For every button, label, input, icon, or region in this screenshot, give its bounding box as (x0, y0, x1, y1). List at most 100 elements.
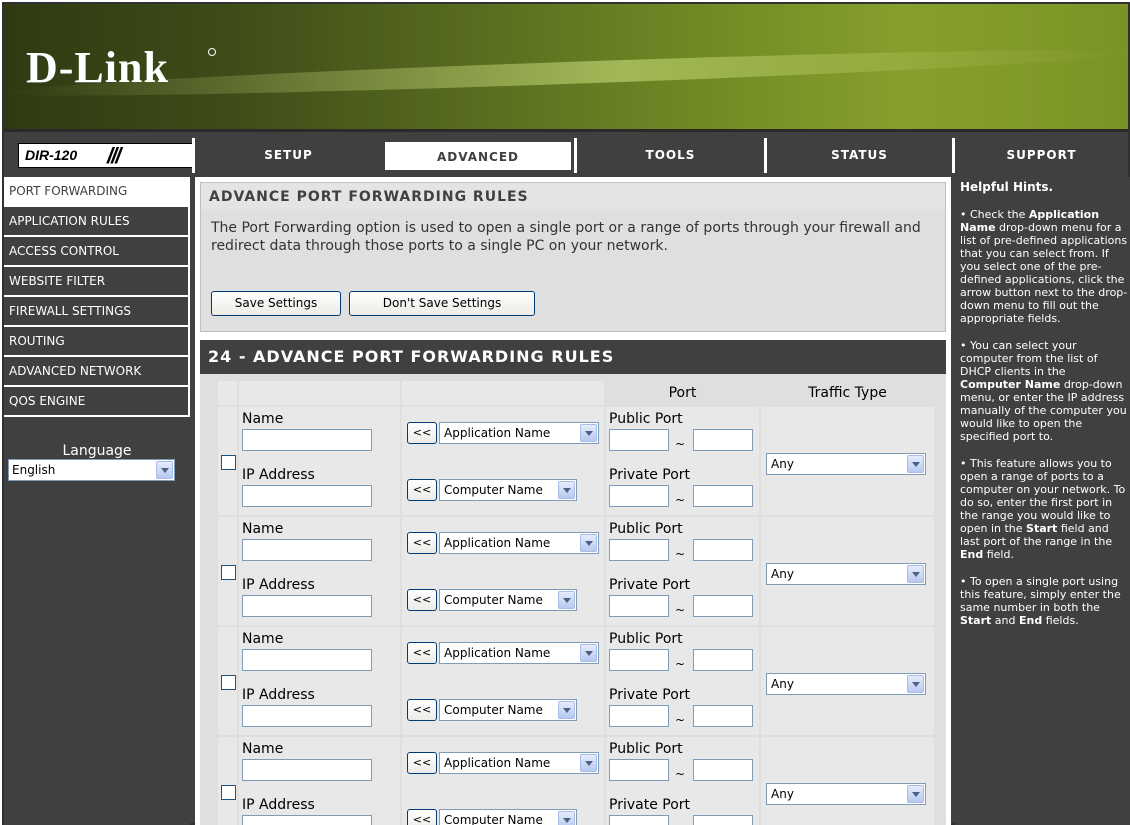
fill-application-button[interactable]: << (407, 422, 437, 444)
public-port-end-input[interactable] (693, 429, 753, 451)
application-name-value: Application Name (444, 536, 551, 550)
application-name-select[interactable]: Application Name (439, 422, 599, 444)
private-port-end-input[interactable] (693, 485, 753, 507)
computer-name-value: Computer Name (444, 813, 543, 825)
enable-checkbox[interactable] (221, 455, 236, 470)
enable-checkbox[interactable] (221, 565, 236, 580)
fill-computer-button[interactable]: << (407, 809, 437, 825)
private-port-end-input[interactable] (693, 595, 753, 617)
chevron-down-icon[interactable] (558, 811, 575, 825)
rule-cell (218, 737, 237, 825)
sidebar-item-port-forwarding[interactable]: PORT FORWARDING (4, 177, 190, 207)
page-description: The Port Forwarding option is used to op… (211, 220, 921, 254)
traffic-type-select[interactable]: Any (766, 453, 926, 475)
traffic-type-select[interactable]: Any (766, 783, 926, 805)
chevron-down-icon[interactable] (907, 785, 924, 803)
fill-application-button[interactable]: << (407, 752, 437, 774)
private-port-start-input[interactable] (609, 815, 669, 825)
public-port-end-input[interactable] (693, 649, 753, 671)
chevron-down-icon[interactable] (156, 461, 173, 479)
language-select[interactable]: English (8, 459, 175, 481)
sidebar-item-routing[interactable]: ROUTING (4, 327, 190, 357)
chevron-down-icon[interactable] (580, 754, 597, 772)
application-name-select[interactable]: Application Name (439, 642, 599, 664)
chevron-down-icon[interactable] (558, 591, 575, 609)
computer-name-select[interactable]: Computer Name (439, 589, 577, 611)
chevron-down-icon[interactable] (558, 481, 575, 499)
sidebar-item-application-rules[interactable]: APPLICATION RULES (4, 207, 190, 237)
language-value: English (12, 463, 56, 477)
fill-computer-button[interactable]: << (407, 699, 437, 721)
private-port-label: Private Port (609, 577, 691, 593)
chevron-down-icon[interactable] (558, 701, 575, 719)
enable-checkbox[interactable] (221, 675, 236, 690)
traffic-type-select[interactable]: Any (766, 673, 926, 695)
name-label: Name (242, 741, 284, 757)
ip-address-label: IP Address (242, 577, 315, 593)
tab-status[interactable]: STATUS (764, 138, 952, 173)
ip-address-input[interactable] (242, 485, 372, 507)
computer-name-select[interactable]: Computer Name (439, 479, 577, 501)
chevron-down-icon[interactable] (580, 644, 597, 662)
sidebar-item-website-filter[interactable]: WEBSITE FILTER (4, 267, 190, 297)
ip-address-input[interactable] (242, 705, 372, 727)
application-name-value: Application Name (444, 646, 551, 660)
public-port-start-input[interactable] (609, 649, 669, 671)
save-settings-button[interactable]: Save Settings (211, 291, 341, 316)
left-sidebar: PORT FORWARDING APPLICATION RULES ACCESS… (4, 177, 190, 825)
rules-panel: Port Traffic Type Name IP Address << Applicat… (200, 374, 946, 825)
tab-tools[interactable]: TOOLS (574, 138, 764, 173)
sidebar-item-advanced-network[interactable]: ADVANCED NETWORK (4, 357, 190, 387)
application-name-select[interactable]: Application Name (439, 752, 599, 774)
public-port-start-input[interactable] (609, 429, 669, 451)
name-input[interactable] (242, 759, 372, 781)
computer-name-select[interactable]: Computer Name (439, 699, 577, 721)
private-port-start-input[interactable] (609, 705, 669, 727)
chevron-down-icon[interactable] (907, 675, 924, 693)
chevron-down-icon[interactable] (580, 534, 597, 552)
public-port-end-input[interactable] (693, 539, 753, 561)
tab-support[interactable]: SUPPORT (952, 138, 1128, 173)
sidebar-item-firewall-settings[interactable]: FIREWALL SETTINGS (4, 297, 190, 327)
fill-computer-button[interactable]: << (407, 479, 437, 501)
computer-name-select[interactable]: Computer Name (439, 809, 577, 825)
public-port-start-input[interactable] (609, 759, 669, 781)
tab-setup[interactable]: SETUP (192, 138, 382, 173)
range-separator: ~ (675, 713, 686, 727)
private-port-start-input[interactable] (609, 595, 669, 617)
sidebar-item-qos-engine[interactable]: QOS ENGINE (4, 387, 190, 417)
ip-address-input[interactable] (242, 815, 372, 825)
sidebar-item-access-control[interactable]: ACCESS CONTROL (4, 237, 190, 267)
chevron-down-icon[interactable] (580, 424, 597, 442)
ip-address-label: IP Address (242, 467, 315, 483)
hint-port-range: • This feature allows you to open a rang… (960, 457, 1126, 561)
model-badge: DIR-120 /// (18, 143, 193, 168)
fill-computer-button[interactable]: << (407, 589, 437, 611)
private-port-end-input[interactable] (693, 815, 753, 825)
private-port-end-input[interactable] (693, 705, 753, 727)
ip-address-input[interactable] (242, 595, 372, 617)
private-port-start-input[interactable] (609, 485, 669, 507)
tab-advanced[interactable]: ADVANCED (384, 141, 572, 171)
fill-application-button[interactable]: << (407, 532, 437, 554)
enable-checkbox[interactable] (221, 785, 236, 800)
application-name-value: Application Name (444, 756, 551, 770)
public-port-label: Public Port (609, 741, 683, 757)
traffic-type-column-header: Traffic Type (760, 381, 935, 405)
public-port-label: Public Port (609, 411, 683, 427)
name-input[interactable] (242, 429, 372, 451)
hints-title: Helpful Hints. (960, 180, 1054, 194)
fill-application-button[interactable]: << (407, 642, 437, 664)
banner-stripe (4, 42, 1128, 104)
application-name-select[interactable]: Application Name (439, 532, 599, 554)
public-port-start-input[interactable] (609, 539, 669, 561)
helpful-hints-panel: Helpful Hints. • Check the Application N… (955, 177, 1130, 825)
name-input[interactable] (242, 649, 372, 671)
name-input[interactable] (242, 539, 372, 561)
traffic-type-select[interactable]: Any (766, 563, 926, 585)
chevron-down-icon[interactable] (907, 565, 924, 583)
dont-save-settings-button[interactable]: Don't Save Settings (349, 291, 535, 316)
chevron-down-icon[interactable] (907, 455, 924, 473)
name-label: Name (242, 521, 284, 537)
public-port-end-input[interactable] (693, 759, 753, 781)
